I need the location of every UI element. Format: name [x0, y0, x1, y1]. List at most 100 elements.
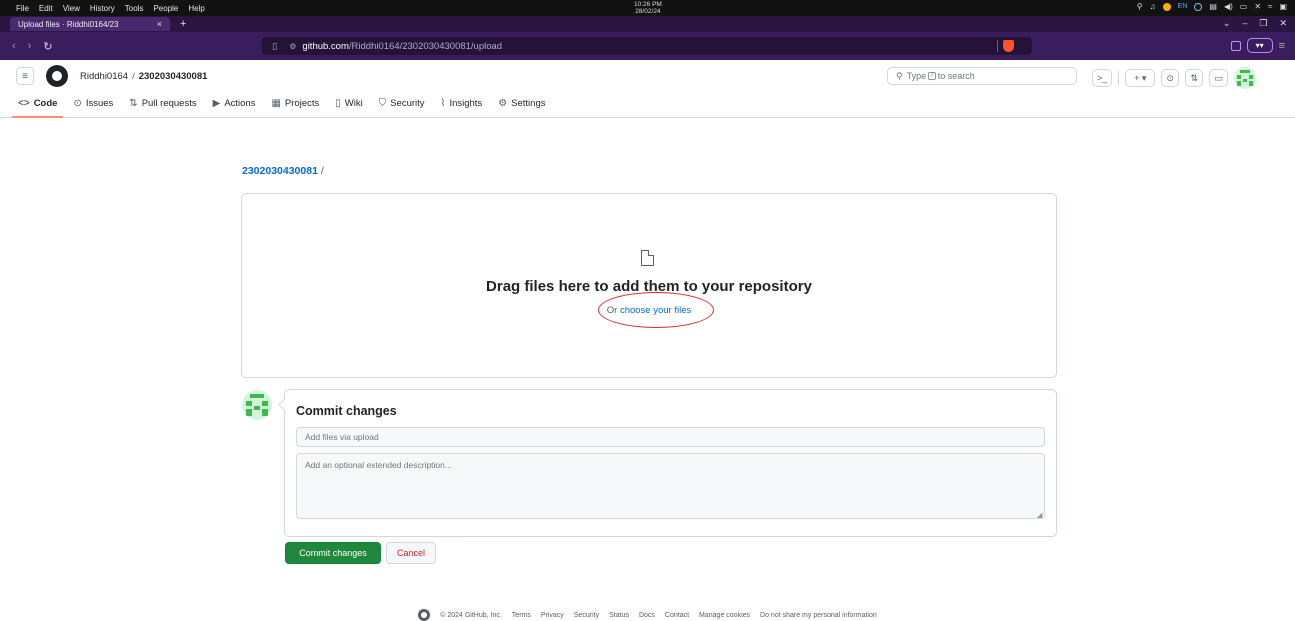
commit-description-textarea[interactable]: [296, 453, 1045, 519]
repo-link[interactable]: 2302030430081: [139, 71, 208, 82]
user-avatar[interactable]: [1233, 67, 1256, 89]
tab-issues[interactable]: ⊙ Issues: [73, 98, 113, 117]
pull-requests-icon[interactable]: ⇅: [1185, 69, 1204, 87]
file-icon: [641, 250, 654, 266]
control-center-icon[interactable]: ▣: [1279, 2, 1287, 11]
clipboard-icon[interactable]: ▤: [1209, 2, 1217, 11]
book-icon: ▯: [335, 98, 341, 109]
footer-link-manage-cookies[interactable]: Manage cookies: [699, 612, 750, 619]
owner-link[interactable]: Riddhi0164: [80, 71, 128, 82]
page-footer: © 2024 GitHub, Inc. Terms Privacy Securi…: [0, 609, 1295, 621]
clock-date: 28/02/24: [635, 8, 661, 15]
tab-code[interactable]: <> Code: [11, 98, 64, 118]
github-logo-icon[interactable]: [46, 65, 68, 87]
create-new-button[interactable]: + ▾: [1125, 69, 1156, 87]
header-divider: [1118, 71, 1120, 85]
search-suffix: to search: [937, 71, 975, 81]
footer-link-privacy[interactable]: Privacy: [541, 612, 564, 619]
play-icon: ▶: [212, 98, 221, 109]
tab-security[interactable]: ⛉ Security: [379, 98, 425, 117]
tab-label: Code: [33, 98, 58, 109]
graph-icon: ⌇: [440, 98, 446, 109]
chevron-down-icon[interactable]: ⌄: [1223, 18, 1231, 29]
commit-form: Commit changes ◢: [284, 389, 1057, 537]
sidebar-toggle-icon[interactable]: [1230, 40, 1241, 51]
address-divider: [997, 40, 998, 52]
cancel-button[interactable]: Cancel: [386, 542, 436, 564]
github-footer-logo-icon[interactable]: [418, 609, 431, 621]
clock-time: 10:26 PM: [634, 1, 662, 8]
repo-root-link[interactable]: 2302030430081: [242, 165, 318, 177]
brave-shields-icon[interactable]: [1003, 40, 1014, 52]
github-header: ≡ Riddhi0164 / 2302030430081 ⚲ Type / to s…: [0, 60, 1295, 92]
footer-link-do-not-share[interactable]: Do not share my personal information: [760, 612, 877, 619]
tab-wiki[interactable]: ▯ Wiki: [335, 98, 362, 117]
footer-link-status[interactable]: Status: [609, 612, 629, 619]
tab-actions[interactable]: ▶ Actions: [213, 98, 256, 117]
copyright-text: © 2024 GitHub, Inc.: [440, 611, 502, 619]
shield-icon: ⛉: [378, 98, 387, 109]
commit-avatar: [242, 390, 272, 420]
tab-label: Actions: [224, 98, 256, 109]
tab-projects[interactable]: ▦ Projects: [271, 98, 319, 117]
battery-icon[interactable]: ▭: [1240, 2, 1248, 11]
bluetooth-off-icon[interactable]: ✕: [1254, 2, 1261, 11]
site-info-icon[interactable]: ⚙: [289, 42, 296, 51]
notification-icon[interactable]: ♫: [1150, 2, 1156, 11]
hamburger-menu-icon[interactable]: ≡: [16, 67, 34, 85]
new-tab-icon[interactable]: +: [180, 18, 186, 30]
menu-tools[interactable]: Tools: [125, 4, 144, 13]
forward-icon[interactable]: ›: [28, 40, 32, 53]
close-tab-icon[interactable]: ×: [157, 19, 162, 29]
commit-title: Commit changes: [296, 404, 397, 418]
tab-label: Security: [390, 98, 425, 109]
upload-breadcrumb: 2302030430081 /: [242, 165, 324, 177]
menu-file[interactable]: File: [16, 4, 29, 13]
language-indicator[interactable]: EN: [1178, 3, 1188, 10]
commit-changes-button[interactable]: Commit changes: [285, 542, 381, 564]
tab-insights[interactable]: ⌇ Insights: [441, 98, 483, 117]
volume-icon[interactable]: ◀): [1224, 2, 1233, 11]
reload-icon[interactable]: ↻: [43, 40, 52, 53]
back-icon[interactable]: ‹: [12, 40, 16, 53]
command-palette-button[interactable]: >_: [1092, 69, 1113, 87]
bookmark-icon[interactable]: ▯: [272, 41, 277, 52]
tab-title: Upload files · Riddhi0164/23: [18, 19, 119, 29]
table-icon: ▦: [271, 98, 281, 109]
address-bar[interactable]: ▯ ⚙ github.com/Riddhi0164/2302030430081/…: [262, 37, 1032, 55]
issues-icon[interactable]: ⊙: [1161, 69, 1180, 87]
restore-icon[interactable]: ❐: [1259, 18, 1267, 29]
footer-link-terms[interactable]: Terms: [512, 612, 531, 619]
menu-view[interactable]: View: [63, 4, 80, 13]
browser-menu-icon[interactable]: ≡: [1279, 40, 1285, 52]
tab-settings[interactable]: ⚙ Settings: [498, 98, 545, 117]
menu-edit[interactable]: Edit: [39, 4, 53, 13]
browser-extras: ▾▾ ≡: [1230, 38, 1285, 53]
tab-label: Projects: [284, 98, 320, 109]
system-clock: 10:26 PM 28/02/24: [634, 1, 662, 15]
footer-link-docs[interactable]: Docs: [639, 612, 655, 619]
sync-icon[interactable]: [1194, 2, 1203, 11]
footer-link-security[interactable]: Security: [574, 612, 599, 619]
file-dropzone[interactable]: Drag files here to add them to your repo…: [241, 193, 1057, 378]
tab-label: Issues: [85, 98, 114, 109]
menu-people[interactable]: People: [153, 4, 178, 13]
resize-handle-icon[interactable]: ◢: [1037, 511, 1042, 519]
tab-pull-requests[interactable]: ⇅ Pull requests: [129, 98, 196, 117]
wallet-icon[interactable]: ▾▾: [1246, 38, 1273, 53]
commit-summary-input[interactable]: [296, 427, 1045, 447]
inbox-icon[interactable]: ▭: [1209, 69, 1228, 87]
minimize-icon[interactable]: –: [1242, 18, 1247, 29]
system-tray: ⚲ ♫ EN ▤ ◀) ▭ ✕ ≈ ▣: [1137, 2, 1287, 11]
wifi-icon[interactable]: ≈: [1268, 2, 1272, 11]
footer-link-contact[interactable]: Contact: [665, 612, 689, 619]
weather-icon[interactable]: [1162, 2, 1171, 11]
search-input[interactable]: ⚲ Type / to search: [887, 67, 1077, 85]
tab-label: Insights: [449, 98, 483, 109]
menu-help[interactable]: Help: [188, 4, 204, 13]
repo-tabs: <> Code ⊙ Issues ⇅ Pull requests ▶ Actions ▦…: [0, 92, 1295, 118]
close-window-icon[interactable]: ✕: [1279, 18, 1287, 29]
menu-history[interactable]: History: [90, 4, 115, 13]
spotlight-icon[interactable]: ⚲: [1137, 2, 1143, 11]
browser-tab-upload[interactable]: Upload files · Riddhi0164/23 ×: [10, 17, 170, 31]
